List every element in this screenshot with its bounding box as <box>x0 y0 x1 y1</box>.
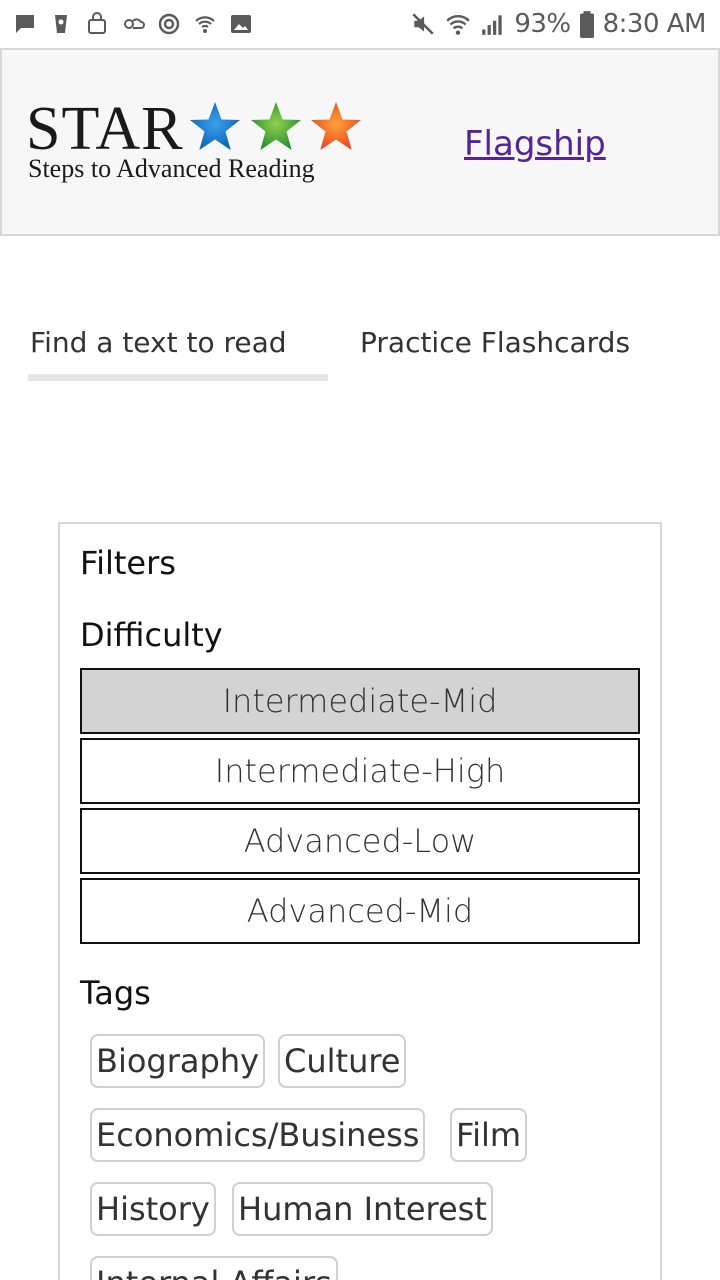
tag-economics-business[interactable]: Economics/Business <box>90 1108 426 1162</box>
tab-practice-flashcards[interactable]: Practice Flashcards <box>360 326 630 359</box>
difficulty-advanced-low-button[interactable]: Advanced-Low <box>80 808 640 874</box>
wifi-call-icon <box>192 11 218 37</box>
wifi-icon <box>446 15 471 35</box>
system-status: 93% 8:30 AM <box>410 8 707 40</box>
tags-heading: Tags <box>80 974 151 1012</box>
notification-icons <box>12 10 254 38</box>
logo-title: STAR <box>26 95 184 163</box>
tag-human-interest[interactable]: Human Interest <box>232 1182 493 1236</box>
difficulty-heading: Difficulty <box>80 616 223 654</box>
active-tab-indicator <box>28 374 328 381</box>
filters-panel: Filters Difficulty Intermediate-Mid Inte… <box>58 522 662 1280</box>
tag-history[interactable]: History <box>90 1182 216 1236</box>
signal-icon <box>482 15 502 35</box>
bag-icon <box>84 11 110 37</box>
image-icon <box>228 11 254 37</box>
green-star-icon <box>251 102 301 150</box>
logo-stars-icon <box>190 102 361 150</box>
tag-culture[interactable]: Culture <box>278 1034 407 1088</box>
filters-heading: Filters <box>80 544 176 582</box>
sync-icon <box>156 11 182 37</box>
tag-biography[interactable]: Biography <box>90 1034 266 1088</box>
tag-internal-affairs[interactable]: Internal Affairs <box>90 1256 338 1280</box>
tab-find-text[interactable]: Find a text to read <box>30 326 287 359</box>
mute-icon <box>412 13 434 35</box>
cup-icon <box>48 11 74 37</box>
star-logo[interactable]: STAR Steps to Advanced Reading <box>26 98 366 188</box>
clock: 8:30 AM <box>602 9 707 39</box>
difficulty-intermediate-high-button[interactable]: Intermediate-High <box>80 738 640 804</box>
flagship-link[interactable]: Flagship <box>464 124 606 164</box>
tag-film[interactable]: Film <box>450 1108 528 1162</box>
weather-icon <box>120 11 146 37</box>
battery-percent: 93% <box>514 9 571 39</box>
difficulty-intermediate-mid-button[interactable]: Intermediate-Mid <box>80 668 640 734</box>
blue-star-icon <box>190 102 240 150</box>
site-header: STAR Steps to Advanced Reading Flagship <box>0 48 720 236</box>
difficulty-advanced-mid-button[interactable]: Advanced-Mid <box>80 878 640 944</box>
logo-subtitle: Steps to Advanced Reading <box>28 154 315 183</box>
status-bar: 93% 8:30 AM <box>0 0 720 48</box>
battery-icon <box>579 11 594 38</box>
message-icon <box>12 11 38 37</box>
orange-star-icon <box>311 102 361 150</box>
